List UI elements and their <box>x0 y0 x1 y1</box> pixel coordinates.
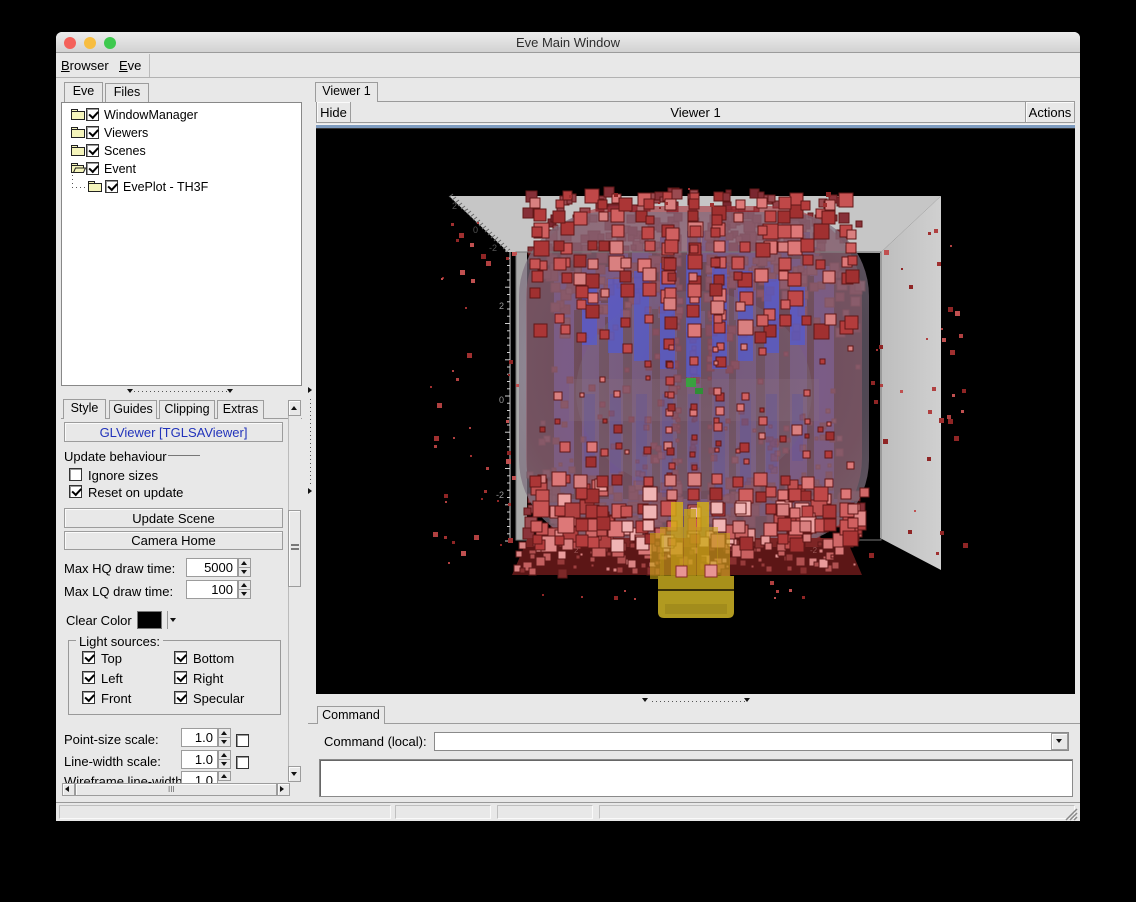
svg-text:2: 2 <box>452 201 457 211</box>
svg-text:-2: -2 <box>810 546 818 555</box>
svg-text:-2: -2 <box>496 490 504 500</box>
svg-text:2: 2 <box>499 301 504 311</box>
svg-text:0: 0 <box>499 395 504 405</box>
svg-text:-2: -2 <box>489 243 497 253</box>
svg-text:0: 0 <box>473 225 478 235</box>
